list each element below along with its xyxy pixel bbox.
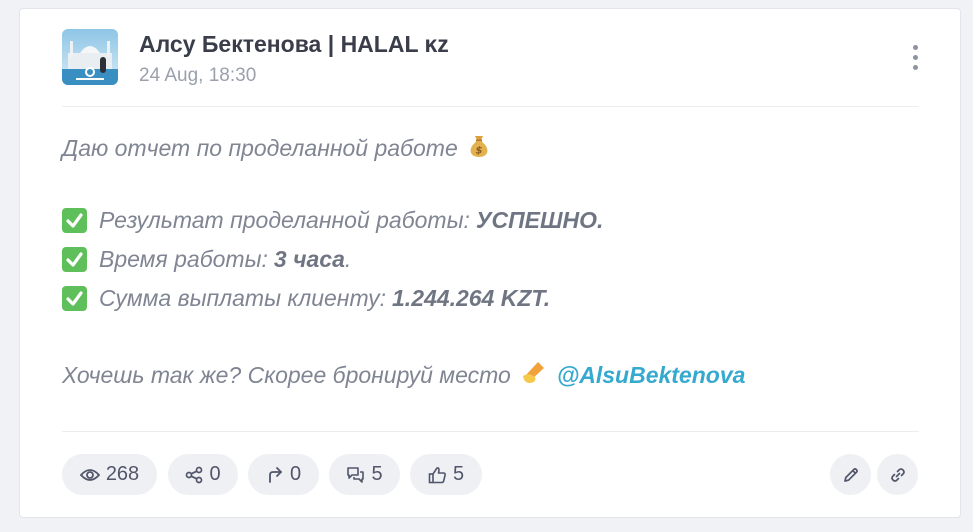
comments-stat[interactable]: 5 [329,454,400,495]
cta-text: Хочешь так же? Скорее бронируй место [62,361,511,388]
copy-link-button[interactable] [877,454,918,495]
mention-link[interactable]: @AlsuBektenova [557,362,746,389]
comments-count: 5 [371,463,383,485]
payout-value: 1.244.264 KZT. [392,285,551,311]
comments-icon [347,466,365,483]
payout-item: Сумма выплаты клиенту: 1.244.264 KZT. [62,285,550,312]
channel-name[interactable]: Алсу Бектенова | HALAL ĸz [139,31,449,58]
post-intro: Даю отчет по проделанной работе [62,134,458,161]
forward-icon [269,466,282,483]
time-item: Время работы: 3 часа. [62,246,351,273]
channel-avatar[interactable] [62,29,118,85]
check-mark-icon [62,208,87,233]
edit-icon [843,467,858,482]
check-mark-icon [62,247,87,272]
time-value: 3 часа [273,246,345,272]
edit-button[interactable] [830,454,871,495]
views-count: 268 [105,463,140,485]
header-divider [62,106,919,107]
post-card: Алсу Бектенова | HALAL ĸz 24 Aug, 18:30 … [19,8,961,518]
more-options-button[interactable] [905,39,925,75]
shares-count: 0 [209,463,221,485]
svg-text:$: $ [475,146,482,157]
more-vertical-icon [912,44,918,50]
result-value: УСПЕШНО. [475,207,604,233]
share-icon [186,466,203,483]
eye-icon [79,468,100,481]
thumbs-up-icon [428,466,446,483]
shares-stat[interactable]: 0 [168,454,238,495]
forwards-count: 0 [289,463,302,485]
cta-line: Хочешь так же? Скорее бронируй место @Al… [62,360,745,390]
avatar-image [62,29,118,85]
views-stat[interactable]: 268 [62,454,157,495]
link-icon [890,467,905,482]
time-suffix: . [344,246,352,272]
post-date: 24 Aug, 18:30 [139,65,257,86]
money-bag-icon: $ [468,133,490,163]
result-label: Результат проделанной работы: [99,207,470,233]
post-intro-line: Даю отчет по проделанной работе $ [62,133,490,163]
payout-label: Сумма выплаты клиенту: [99,285,387,311]
forwards-stat[interactable]: 0 [248,454,319,495]
result-item: Результат проделанной работы: УСПЕШНО. [62,207,603,234]
footer-divider [62,431,919,432]
likes-stat[interactable]: 5 [410,454,482,495]
writing-hand-icon [521,360,547,390]
time-label: Время работы: [99,246,268,272]
check-mark-icon [62,286,87,311]
likes-count: 5 [452,463,465,485]
